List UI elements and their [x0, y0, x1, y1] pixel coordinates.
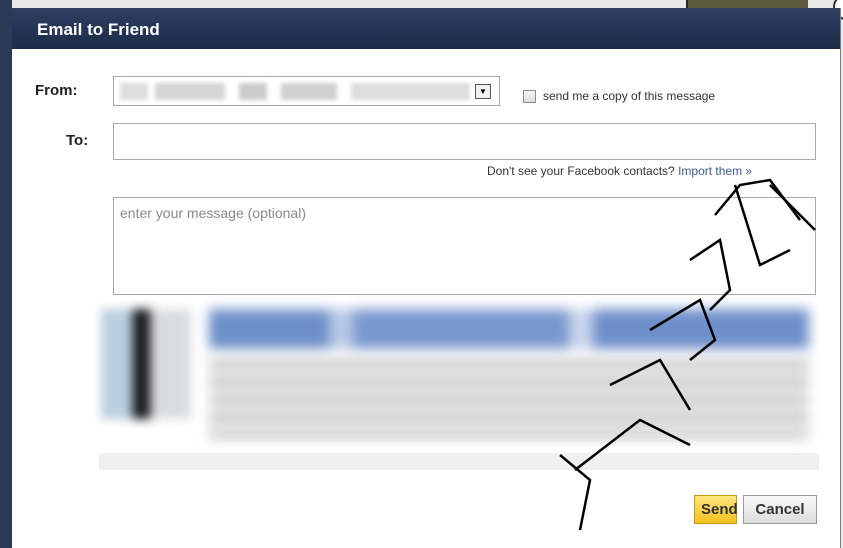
from-selected-value-redacted: [120, 83, 470, 100]
cancel-button[interactable]: Cancel: [743, 495, 817, 524]
message-field[interactable]: [113, 197, 816, 295]
to-field[interactable]: [113, 123, 816, 160]
contacts-note: Don't see your Facebook contacts? Import…: [487, 164, 752, 178]
background-left-strip: [0, 0, 12, 548]
copy-checkbox-label: send me a copy of this message: [543, 89, 716, 103]
dialog-titlebar: Email to Friend: [12, 8, 840, 49]
from-select[interactable]: ▼: [113, 76, 500, 106]
to-label: To:: [66, 132, 89, 149]
link-preview: [99, 301, 819, 451]
dialog-title: Email to Friend: [37, 20, 160, 39]
preview-footer: [99, 453, 819, 470]
copy-checkbox[interactable]: [523, 90, 536, 103]
preview-thumbnail: [101, 309, 191, 419]
preview-text-redacted: [209, 359, 809, 439]
preview-headline-redacted: [209, 309, 809, 349]
from-label: From:: [35, 82, 78, 99]
send-button[interactable]: Send: [694, 495, 738, 524]
import-contacts-link[interactable]: Import them »: [678, 164, 752, 178]
contacts-question: Don't see your Facebook contacts?: [487, 164, 675, 178]
email-dialog: Email to Friend From: ▼ send me a copy o…: [12, 8, 841, 548]
chevron-down-icon[interactable]: ▼: [475, 84, 491, 99]
